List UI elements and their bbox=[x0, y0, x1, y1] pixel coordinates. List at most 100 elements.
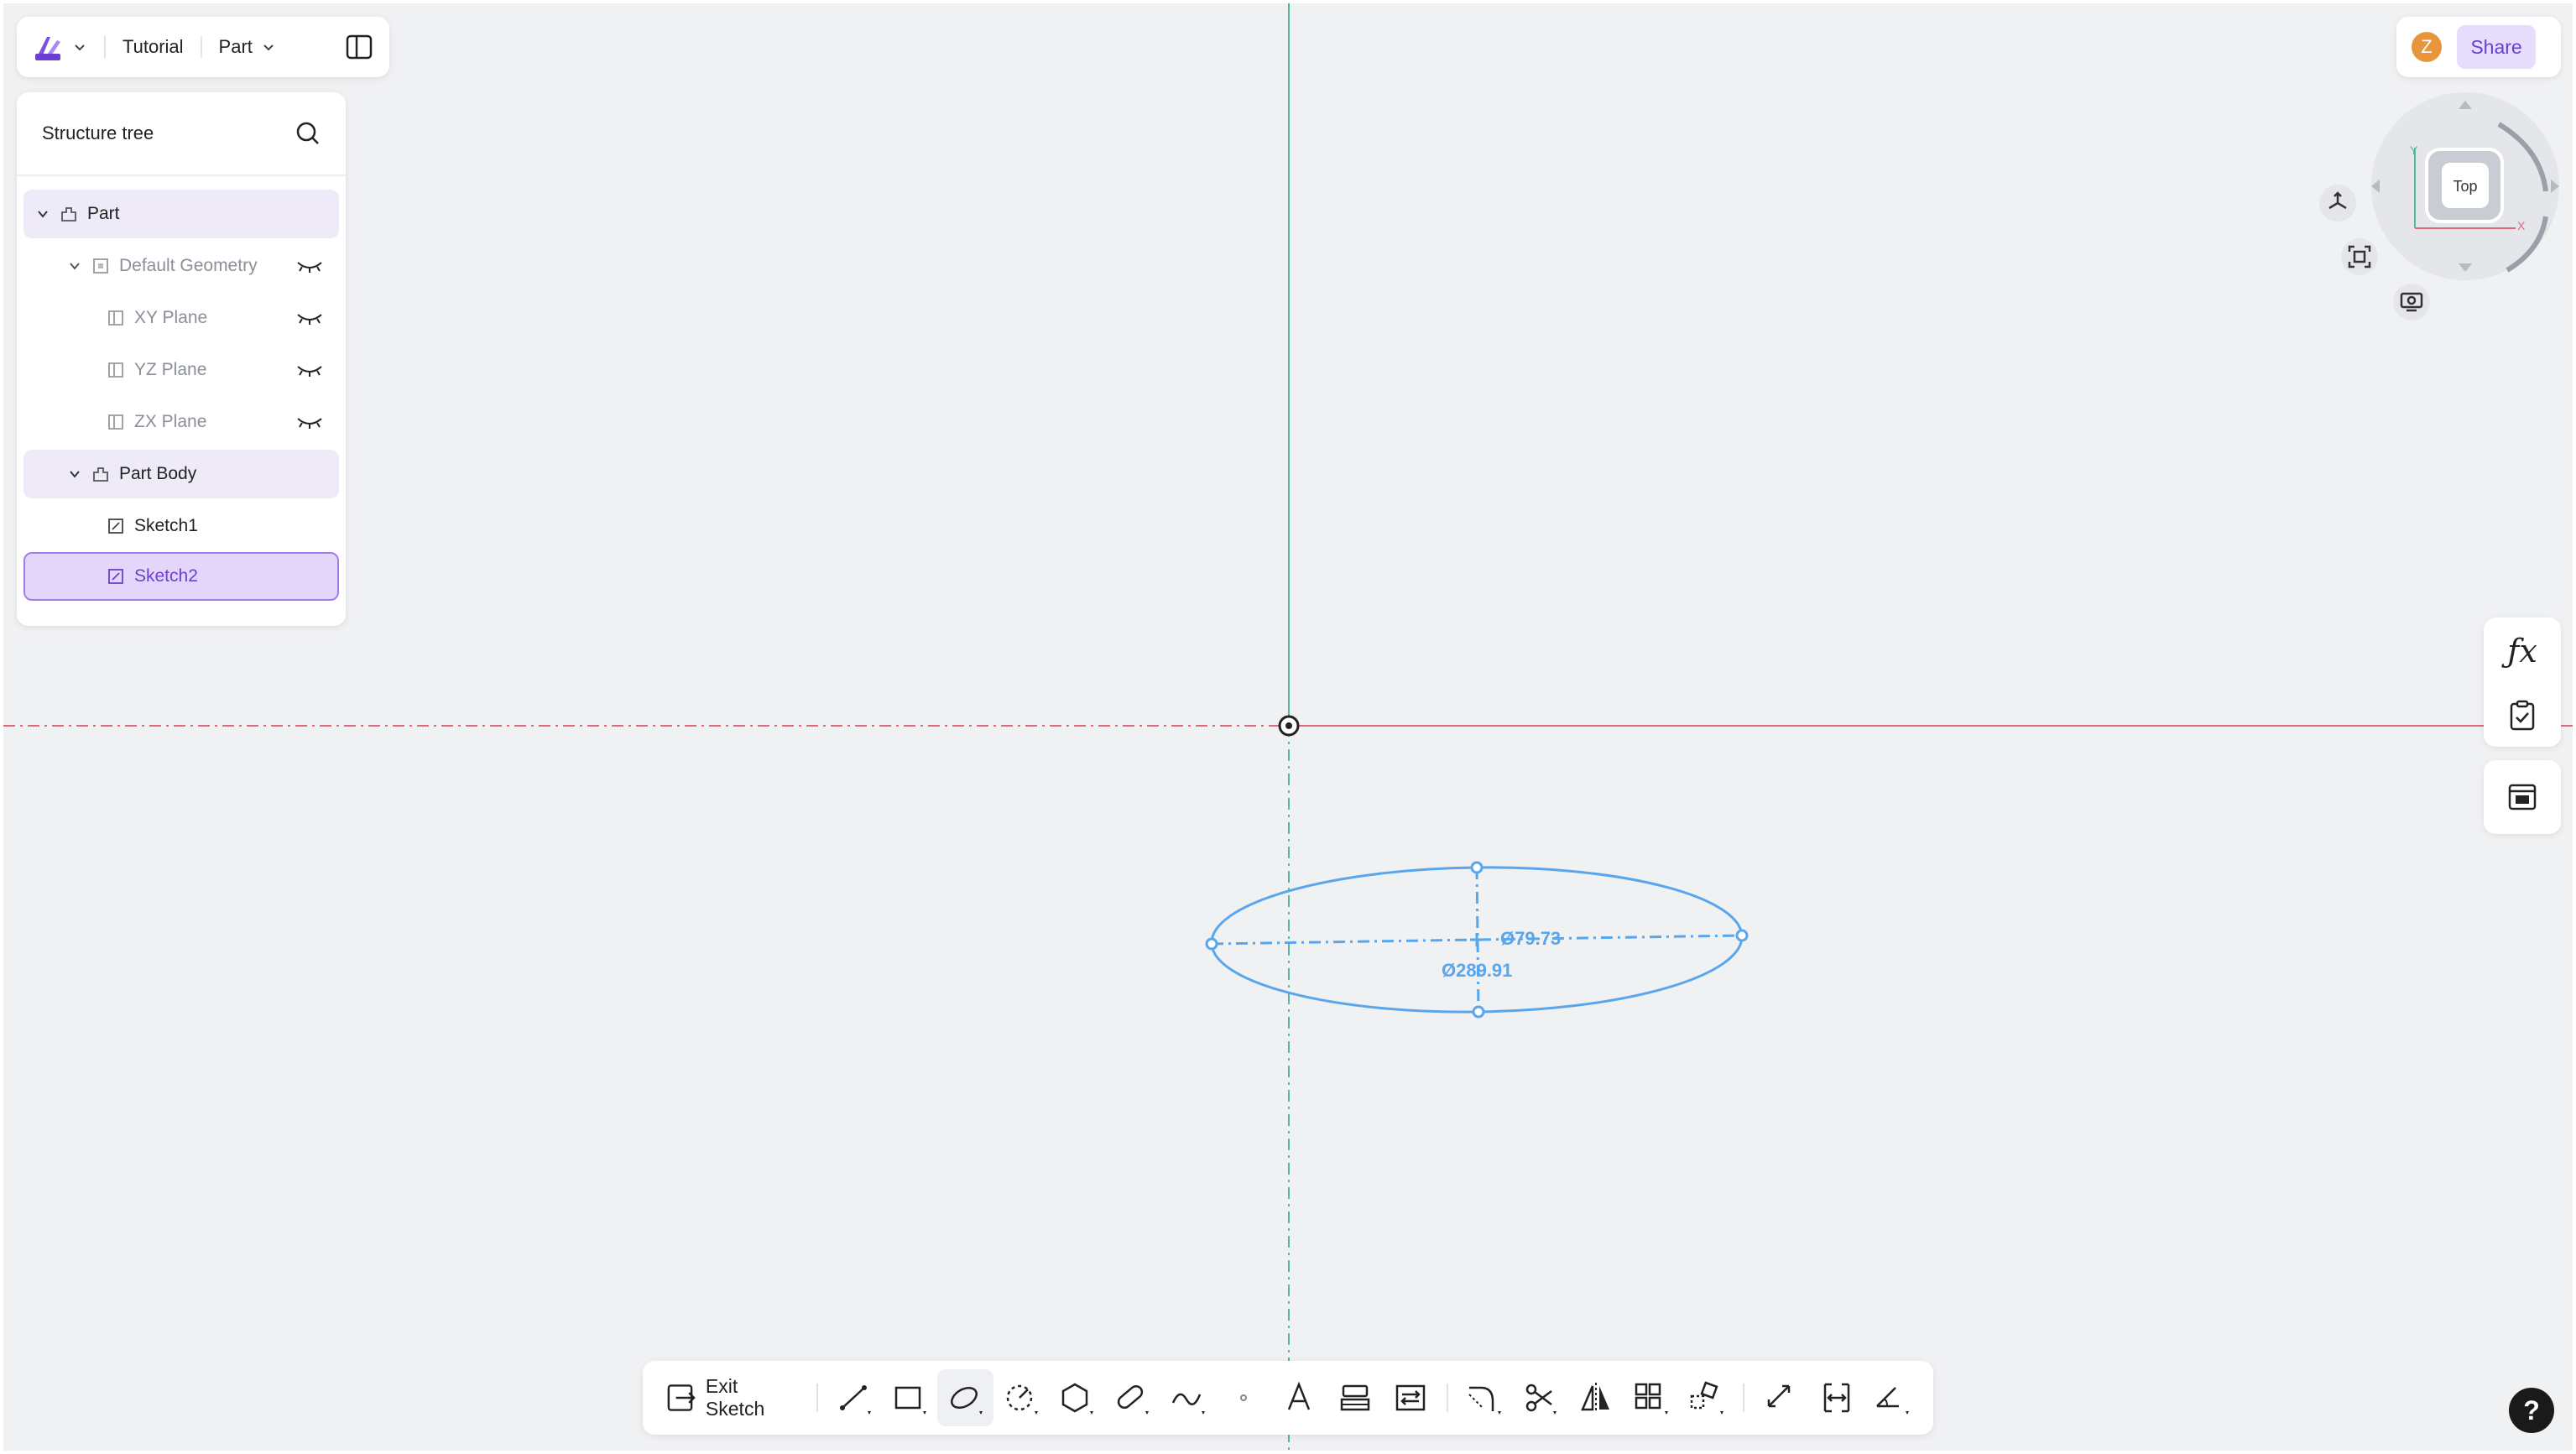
fillet-icon bbox=[1468, 1386, 1502, 1415]
origin-point-center bbox=[1285, 722, 1292, 729]
tree-item-label: YZ Plane bbox=[134, 360, 207, 379]
tree-item-label: Part Body bbox=[119, 464, 197, 483]
view-cube-face-label: Top bbox=[2453, 178, 2477, 195]
normal-view-icon[interactable] bbox=[2318, 183, 2358, 223]
divider bbox=[1743, 1384, 1745, 1412]
hidden-eye-icon[interactable] bbox=[295, 362, 324, 378]
tree-item-default-geometry[interactable]: Default Geometry bbox=[23, 242, 339, 290]
plane-icon bbox=[108, 414, 123, 430]
trim-icon bbox=[1526, 1384, 1557, 1415]
hidden-eye-icon[interactable] bbox=[295, 414, 324, 430]
part-icon bbox=[61, 207, 76, 221]
help-button[interactable]: ? bbox=[2509, 1388, 2554, 1433]
project-tool-button[interactable] bbox=[1327, 1369, 1382, 1426]
mode-selector[interactable]: Part bbox=[219, 36, 276, 58]
convert-tool-button[interactable] bbox=[1383, 1369, 1438, 1426]
fillet-tool-button[interactable] bbox=[1457, 1369, 1512, 1426]
display-mode-icon[interactable] bbox=[2391, 282, 2432, 322]
chevron-down-icon bbox=[75, 44, 85, 51]
point-tool-button[interactable] bbox=[1216, 1369, 1271, 1426]
arc-tool-button[interactable] bbox=[993, 1369, 1049, 1426]
tree-item-label: Part bbox=[87, 204, 120, 223]
angle-constraint-button[interactable] bbox=[1864, 1369, 1920, 1426]
tree-item-sketch1[interactable]: Sketch1 bbox=[23, 502, 339, 550]
ellipse-icon bbox=[950, 1386, 983, 1415]
body-icon bbox=[93, 467, 108, 482]
arc-icon bbox=[1006, 1384, 1038, 1415]
formula-icon[interactable]: ƒx bbox=[2507, 633, 2537, 670]
pattern-tool-button[interactable] bbox=[1624, 1369, 1679, 1426]
collaboration-bar: Z Share bbox=[2396, 17, 2561, 77]
hidden-eye-icon[interactable] bbox=[295, 310, 324, 326]
mirror-icon bbox=[1580, 1383, 1609, 1413]
share-button[interactable]: Share bbox=[2457, 25, 2536, 69]
angle-icon bbox=[1876, 1387, 1909, 1415]
checklist-icon[interactable] bbox=[2506, 699, 2539, 732]
search-icon[interactable] bbox=[294, 119, 322, 148]
chevron-down-icon[interactable] bbox=[67, 466, 82, 482]
tree-item-label: Default Geometry bbox=[119, 256, 258, 275]
divider bbox=[104, 36, 106, 58]
text-icon bbox=[1288, 1381, 1311, 1410]
text-tool-button[interactable] bbox=[1271, 1369, 1327, 1426]
dimension-major-diameter[interactable]: Ø289.91 bbox=[1442, 960, 1512, 981]
structure-tree-header: Structure tree bbox=[17, 92, 346, 176]
tree-item-part-body[interactable]: Part Body bbox=[23, 450, 339, 498]
divider bbox=[1446, 1384, 1448, 1412]
hidden-eye-icon[interactable] bbox=[295, 258, 324, 274]
slot-icon bbox=[1118, 1384, 1150, 1415]
chevron-down-icon bbox=[263, 44, 274, 51]
constraint-icon bbox=[1823, 1383, 1849, 1413]
tree-item-xy-plane[interactable]: XY Plane bbox=[23, 294, 339, 342]
tree-item-sketch2[interactable]: Sketch2 bbox=[23, 552, 339, 601]
spline-tool-button[interactable] bbox=[1160, 1369, 1216, 1426]
ellipse-tool-button[interactable] bbox=[937, 1369, 993, 1426]
horizontal-constraint-button[interactable] bbox=[1809, 1369, 1864, 1426]
exit-sketch-button[interactable]: Exit Sketch bbox=[656, 1375, 808, 1420]
divider bbox=[816, 1384, 818, 1412]
chevron-down-icon[interactable] bbox=[67, 258, 82, 274]
dimension-icon bbox=[1768, 1384, 1791, 1408]
structure-tree-title: Structure tree bbox=[42, 122, 154, 143]
mirror-tool-button[interactable] bbox=[1567, 1369, 1623, 1426]
app-header: Tutorial Part bbox=[17, 17, 389, 77]
user-avatar[interactable]: Z bbox=[2412, 32, 2442, 62]
slot-tool-button[interactable] bbox=[1104, 1369, 1160, 1426]
tree-item-part[interactable]: Part bbox=[23, 190, 339, 238]
polygon-icon bbox=[1061, 1383, 1094, 1415]
tree-item-label: ZX Plane bbox=[134, 412, 207, 431]
sketch-viewport[interactable]: Ø79.73 Ø289.91 bbox=[0, 0, 2576, 1454]
axis-y-label: Y bbox=[2410, 143, 2418, 157]
sketch-toolbar: Exit Sketch bbox=[643, 1361, 1933, 1435]
chevron-down-icon[interactable] bbox=[35, 206, 50, 221]
axis-x-label: X bbox=[2517, 219, 2526, 232]
polygon-tool-button[interactable] bbox=[1049, 1369, 1104, 1426]
tree-item-label: Sketch1 bbox=[134, 516, 198, 535]
properties-panel-icon[interactable] bbox=[2506, 780, 2539, 814]
pattern-icon bbox=[1635, 1383, 1668, 1415]
sketch-icon bbox=[108, 519, 123, 534]
dimension-tool-button[interactable] bbox=[1753, 1369, 1808, 1426]
sketch-icon bbox=[108, 569, 123, 584]
fit-view-icon[interactable] bbox=[2339, 237, 2380, 277]
line-tool-button[interactable] bbox=[827, 1369, 882, 1426]
tree-item-yz-plane[interactable]: YZ Plane bbox=[23, 346, 339, 394]
geometry-icon bbox=[93, 258, 108, 274]
trim-tool-button[interactable] bbox=[1512, 1369, 1567, 1426]
app-menu-button[interactable] bbox=[32, 30, 87, 64]
rectangle-tool-button[interactable] bbox=[882, 1369, 937, 1426]
panel-toggle-icon[interactable] bbox=[344, 32, 374, 62]
plane-icon bbox=[108, 310, 123, 326]
tree-item-label: XY Plane bbox=[134, 308, 208, 327]
point-icon bbox=[1239, 1394, 1247, 1401]
tree-item-zx-plane[interactable]: ZX Plane bbox=[23, 398, 339, 446]
rectangle-icon bbox=[895, 1386, 927, 1415]
transform-tool-button[interactable] bbox=[1679, 1369, 1734, 1426]
dimension-minor-diameter[interactable]: Ø79.73 bbox=[1500, 928, 1561, 949]
project-name[interactable]: Tutorial bbox=[123, 36, 184, 58]
exit-sketch-icon bbox=[667, 1384, 696, 1411]
mode-label: Part bbox=[218, 36, 253, 57]
convert-icon bbox=[1395, 1384, 1426, 1411]
sketch-ellipse[interactable] bbox=[1205, 861, 1749, 1019]
right-tools-panel: ƒx bbox=[2484, 618, 2561, 747]
